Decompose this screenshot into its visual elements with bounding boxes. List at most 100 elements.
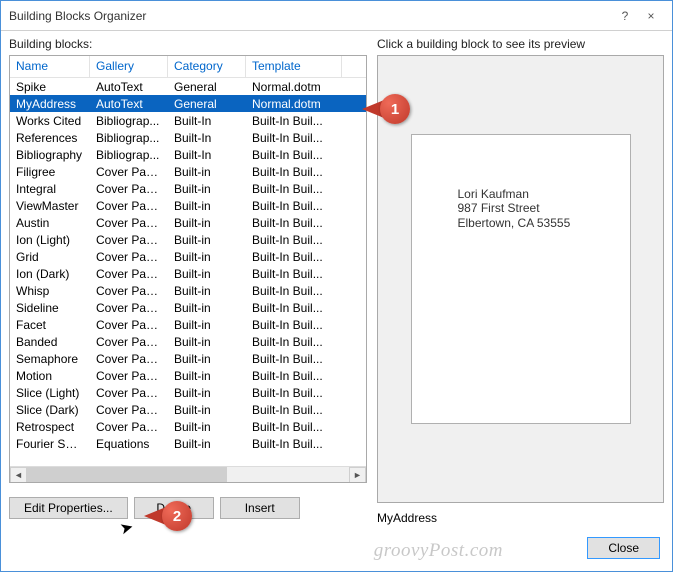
footer: Close (1, 525, 672, 571)
table-row[interactable]: Slice (Light)Cover PagesBuilt-inBuilt-In… (10, 384, 366, 401)
table-cell: Ion (Light) (10, 232, 90, 248)
table-cell: Facet (10, 317, 90, 333)
table-cell: Cover Pages (90, 300, 168, 316)
table-cell: Built-In Buil... (246, 147, 342, 163)
button-row: Edit Properties... Delete Insert (9, 497, 367, 519)
table-cell: Ion (Dark) (10, 266, 90, 282)
table-row[interactable]: Ion (Dark)Cover PagesBuilt-inBuilt-In Bu… (10, 265, 366, 282)
table-row[interactable]: SidelineCover PagesBuilt-inBuilt-In Buil… (10, 299, 366, 316)
table-cell: Built-in (168, 232, 246, 248)
table-cell: Grid (10, 249, 90, 265)
table-cell: Cover Pages (90, 368, 168, 384)
table-cell: Built-in (168, 266, 246, 282)
table-cell: Slice (Dark) (10, 402, 90, 418)
table-body[interactable]: SpikeAutoTextGeneralNormal.dotmMyAddress… (10, 78, 366, 466)
table-row[interactable]: WhispCover PagesBuilt-inBuilt-In Buil... (10, 282, 366, 299)
close-button[interactable]: Close (587, 537, 660, 559)
table-cell: Cover Pages (90, 198, 168, 214)
table-row[interactable]: Ion (Light)Cover PagesBuilt-inBuilt-In B… (10, 231, 366, 248)
table-cell: Built-In Buil... (246, 436, 342, 452)
insert-button[interactable]: Insert (220, 497, 300, 519)
titlebar: Building Blocks Organizer ? × (1, 1, 672, 31)
table-cell: References (10, 130, 90, 146)
table-cell: Fourier Seri... (10, 436, 90, 452)
col-gallery[interactable]: Gallery (90, 56, 168, 77)
table-row[interactable]: MyAddressAutoTextGeneralNormal.dotm (10, 95, 366, 112)
table-cell: Austin (10, 215, 90, 231)
table-cell: Built-in (168, 283, 246, 299)
help-icon[interactable]: ? (612, 9, 638, 23)
delete-button[interactable]: Delete (134, 497, 214, 519)
table-cell: Cover Pages (90, 419, 168, 435)
table-row[interactable]: FiligreeCover PagesBuilt-inBuilt-In Buil… (10, 163, 366, 180)
table-cell: AutoText (90, 96, 168, 112)
window-title: Building Blocks Organizer (9, 9, 612, 23)
table-row[interactable]: Slice (Dark)Cover PagesBuilt-inBuilt-In … (10, 401, 366, 418)
table-cell: Built-In Buil... (246, 351, 342, 367)
table-cell: Built-In Buil... (246, 113, 342, 129)
col-name[interactable]: Name (10, 56, 90, 77)
table-row[interactable]: IntegralCover PagesBuilt-inBuilt-In Buil… (10, 180, 366, 197)
table-row[interactable]: AustinCover PagesBuilt-inBuilt-In Buil..… (10, 214, 366, 231)
scroll-thumb[interactable] (27, 467, 227, 484)
table-cell: Built-In Buil... (246, 385, 342, 401)
preview-box: Lori Kaufman 987 First Street Elbertown,… (377, 55, 664, 503)
table-row[interactable]: Works CitedBibliograp...Built-InBuilt-In… (10, 112, 366, 129)
table-cell: Bibliograp... (90, 130, 168, 146)
table-row[interactable]: SemaphoreCover PagesBuilt-inBuilt-In Bui… (10, 350, 366, 367)
table-cell: Built-In (168, 147, 246, 163)
table-cell: Motion (10, 368, 90, 384)
addr-line: Elbertown, CA 53555 (458, 216, 571, 230)
table-cell: Semaphore (10, 351, 90, 367)
table-cell: Built-In Buil... (246, 249, 342, 265)
table-cell: Cover Pages (90, 334, 168, 350)
table-cell: Retrospect (10, 419, 90, 435)
table-cell: Spike (10, 79, 90, 95)
table-row[interactable]: ViewMasterCover PagesBuilt-inBuilt-In Bu… (10, 197, 366, 214)
table-row[interactable]: FacetCover PagesBuilt-inBuilt-In Buil... (10, 316, 366, 333)
table-row[interactable]: ReferencesBibliograp...Built-InBuilt-In … (10, 129, 366, 146)
table-cell: MyAddress (10, 96, 90, 112)
table-row[interactable]: BandedCover PagesBuilt-inBuilt-In Buil..… (10, 333, 366, 350)
close-icon[interactable]: × (638, 9, 664, 23)
table-cell: Built-In (168, 130, 246, 146)
table-cell: Built-in (168, 164, 246, 180)
horizontal-scrollbar[interactable]: ◄ ► (10, 466, 366, 483)
edit-properties-button[interactable]: Edit Properties... (9, 497, 128, 519)
scroll-track[interactable] (27, 467, 349, 484)
preview-name: MyAddress (377, 511, 664, 525)
table-cell: Cover Pages (90, 283, 168, 299)
table-cell: Built-In Buil... (246, 283, 342, 299)
table-cell: Banded (10, 334, 90, 350)
table-cell: Built-In Buil... (246, 130, 342, 146)
preview-content: Lori Kaufman 987 First Street Elbertown,… (458, 187, 571, 230)
table-cell: Bibliograp... (90, 113, 168, 129)
table-cell: Cover Pages (90, 351, 168, 367)
addr-line: Lori Kaufman (458, 187, 571, 201)
dialog-window: Building Blocks Organizer ? × Building b… (0, 0, 673, 572)
scroll-right-icon[interactable]: ► (349, 467, 366, 484)
table-row[interactable]: RetrospectCover PagesBuilt-inBuilt-In Bu… (10, 418, 366, 435)
table-row[interactable]: BibliographyBibliograp...Built-InBuilt-I… (10, 146, 366, 163)
table-cell: Cover Pages (90, 385, 168, 401)
col-category[interactable]: Category (168, 56, 246, 77)
table-cell: Built-in (168, 368, 246, 384)
table-cell: Built-In Buil... (246, 198, 342, 214)
table-cell: ViewMaster (10, 198, 90, 214)
table-cell: Built-In Buil... (246, 215, 342, 231)
scroll-left-icon[interactable]: ◄ (10, 467, 27, 484)
table-cell: AutoText (90, 79, 168, 95)
table-cell: Built-in (168, 300, 246, 316)
table-cell: Built-In Buil... (246, 164, 342, 180)
table-cell: Integral (10, 181, 90, 197)
table-cell: Built-in (168, 385, 246, 401)
table-cell: Cover Pages (90, 164, 168, 180)
table-row[interactable]: MotionCover PagesBuilt-inBuilt-In Buil..… (10, 367, 366, 384)
col-template[interactable]: Template (246, 56, 342, 77)
table-cell: Built-in (168, 436, 246, 452)
table-cell: Cover Pages (90, 215, 168, 231)
table-cell: Built-In (168, 113, 246, 129)
table-row[interactable]: Fourier Seri...EquationsBuilt-inBuilt-In… (10, 435, 366, 452)
table-row[interactable]: GridCover PagesBuilt-inBuilt-In Buil... (10, 248, 366, 265)
table-row[interactable]: SpikeAutoTextGeneralNormal.dotm (10, 78, 366, 95)
